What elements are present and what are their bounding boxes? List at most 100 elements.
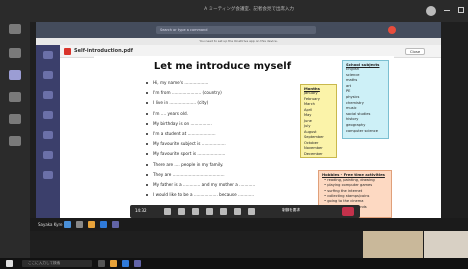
folder-icon[interactable]: [110, 260, 117, 267]
app-rail: [0, 0, 30, 258]
list-item: geography: [346, 123, 366, 127]
worksheet-line: There are .... people in my family.: [153, 161, 224, 167]
window-title: A ミーティング会議室、記者会見で出席入力: [204, 7, 294, 12]
shared-toolbar: Search or type a command: [36, 22, 441, 38]
list-item: history: [346, 117, 359, 122]
more-icon[interactable]: [206, 208, 213, 215]
calendar-icon[interactable]: [9, 92, 21, 102]
list-item: November: [304, 146, 323, 150]
list-item: • reading, painting, drawing: [324, 178, 375, 182]
bullet: [146, 184, 148, 186]
list-item: English: [346, 67, 359, 71]
list-item: June: [304, 118, 312, 123]
list-item: January: [304, 91, 318, 95]
windows-start-icon[interactable]: [6, 260, 13, 267]
inner-app-rail: [36, 45, 60, 218]
list-item: • going to the cinema: [324, 199, 364, 204]
meeting-controls: 14:32 制御を要求: [130, 205, 360, 218]
worksheet-line: Hi, my name's ..................: [153, 80, 209, 85]
list-item: computer science: [346, 128, 378, 133]
worksheet-title: Let me introduce myself: [153, 61, 292, 72]
hobbies-title: Hobbies - Free time activities: [322, 172, 385, 177]
list-item: science: [346, 72, 360, 77]
request-control-button[interactable]: 制御を要求: [282, 208, 300, 213]
worksheet-line: I would like to be a .................. …: [153, 192, 254, 198]
teams-icon[interactable]: [112, 221, 119, 228]
teams-icon[interactable]: [43, 91, 53, 99]
calendar-icon[interactable]: [43, 131, 53, 139]
bullet: [146, 163, 148, 166]
files-icon[interactable]: [9, 136, 21, 146]
meeting-time: 14:32: [135, 208, 147, 213]
avatar[interactable]: [426, 6, 436, 16]
video-tile: [424, 231, 468, 258]
notice-banner: You need to set up the OneDrive app on t…: [36, 38, 441, 45]
bullet: [146, 122, 148, 125]
calls-icon[interactable]: [43, 151, 53, 159]
assignments-icon[interactable]: [43, 111, 53, 119]
chat-icon[interactable]: [234, 208, 241, 215]
close-button[interactable]: Close: [405, 48, 425, 55]
windows-taskbar: ここに入力して検索: [0, 258, 468, 269]
browser-icon[interactable]: [100, 221, 107, 228]
teams-icon[interactable]: [9, 70, 21, 80]
teams-icon[interactable]: [134, 260, 141, 267]
worksheet-line: I'm .... years old.: [153, 110, 189, 116]
chat-icon[interactable]: [43, 71, 53, 79]
title-bar: A ミーティング会議室、記者会見で出席入力 ×: [30, 0, 468, 22]
calls-icon[interactable]: [9, 114, 21, 124]
worksheet-line: My favourite sport is ..................…: [153, 151, 226, 157]
list-item: December: [304, 151, 323, 156]
worksheet-line: I live in .................... (city): [153, 100, 209, 106]
list-item: February: [304, 96, 320, 101]
months-box: Months January February March April May June J…: [300, 84, 337, 158]
bullet: [146, 133, 148, 135]
file-name: Self-introduction.pdf: [74, 48, 133, 54]
worksheet-line: I'm a student at .....................: [153, 131, 216, 136]
list-item: September: [304, 135, 324, 139]
activity-icon[interactable]: [43, 51, 53, 59]
list-item: social studies: [346, 111, 371, 116]
activity-icon[interactable]: [9, 24, 21, 34]
browser-icon[interactable]: [122, 260, 129, 267]
maximize-icon[interactable]: [458, 7, 464, 13]
search-icon[interactable]: [76, 221, 83, 228]
leave-button[interactable]: [342, 207, 354, 216]
list-item: PE: [346, 89, 351, 94]
bullet: [146, 112, 148, 115]
raise-hand-icon[interactable]: [220, 208, 227, 215]
list-item: July: [304, 124, 311, 128]
list-item: October: [304, 140, 319, 145]
taskbar-search-input[interactable]: ここに入力して検索: [22, 260, 92, 267]
worksheet-line: I'm from ...................... (country…: [153, 90, 222, 96]
video-tile: [363, 231, 423, 258]
list-item: • collecting stamps/coins: [324, 193, 370, 198]
list-item: music: [346, 106, 357, 111]
worksheet-line: They are ...............................…: [153, 171, 225, 177]
search-input[interactable]: Search or type a command: [156, 26, 316, 34]
list-item: April: [304, 107, 313, 112]
participant-name: Sayaka Kyre: [38, 222, 63, 227]
list-item: chemistry: [346, 100, 364, 105]
list-item: • surfing the internet: [324, 188, 363, 193]
list-item: May: [304, 113, 312, 117]
pdf-icon: [64, 48, 71, 55]
subjects-box: School subjects English science maths art PE…: [342, 60, 389, 139]
list-item: maths: [346, 78, 358, 83]
minimize-icon[interactable]: [444, 10, 450, 11]
start-icon[interactable]: [64, 221, 71, 228]
share-icon[interactable]: [192, 208, 199, 215]
inner-taskbar: [30, 218, 468, 231]
chat-icon[interactable]: [9, 48, 21, 58]
more-icon[interactable]: [43, 171, 53, 179]
participants-icon[interactable]: [248, 208, 255, 215]
camera-icon[interactable]: [164, 208, 171, 215]
list-item: March: [304, 102, 315, 106]
microphone-icon[interactable]: [178, 208, 185, 215]
folder-icon[interactable]: [88, 221, 95, 228]
worksheet-line: My father is a ............. and my moth…: [153, 182, 256, 187]
list-item: August: [304, 129, 317, 134]
task-view-icon[interactable]: [98, 260, 105, 267]
list-item: art: [346, 83, 352, 88]
worksheet-line: My birthday is on ................: [153, 120, 212, 126]
